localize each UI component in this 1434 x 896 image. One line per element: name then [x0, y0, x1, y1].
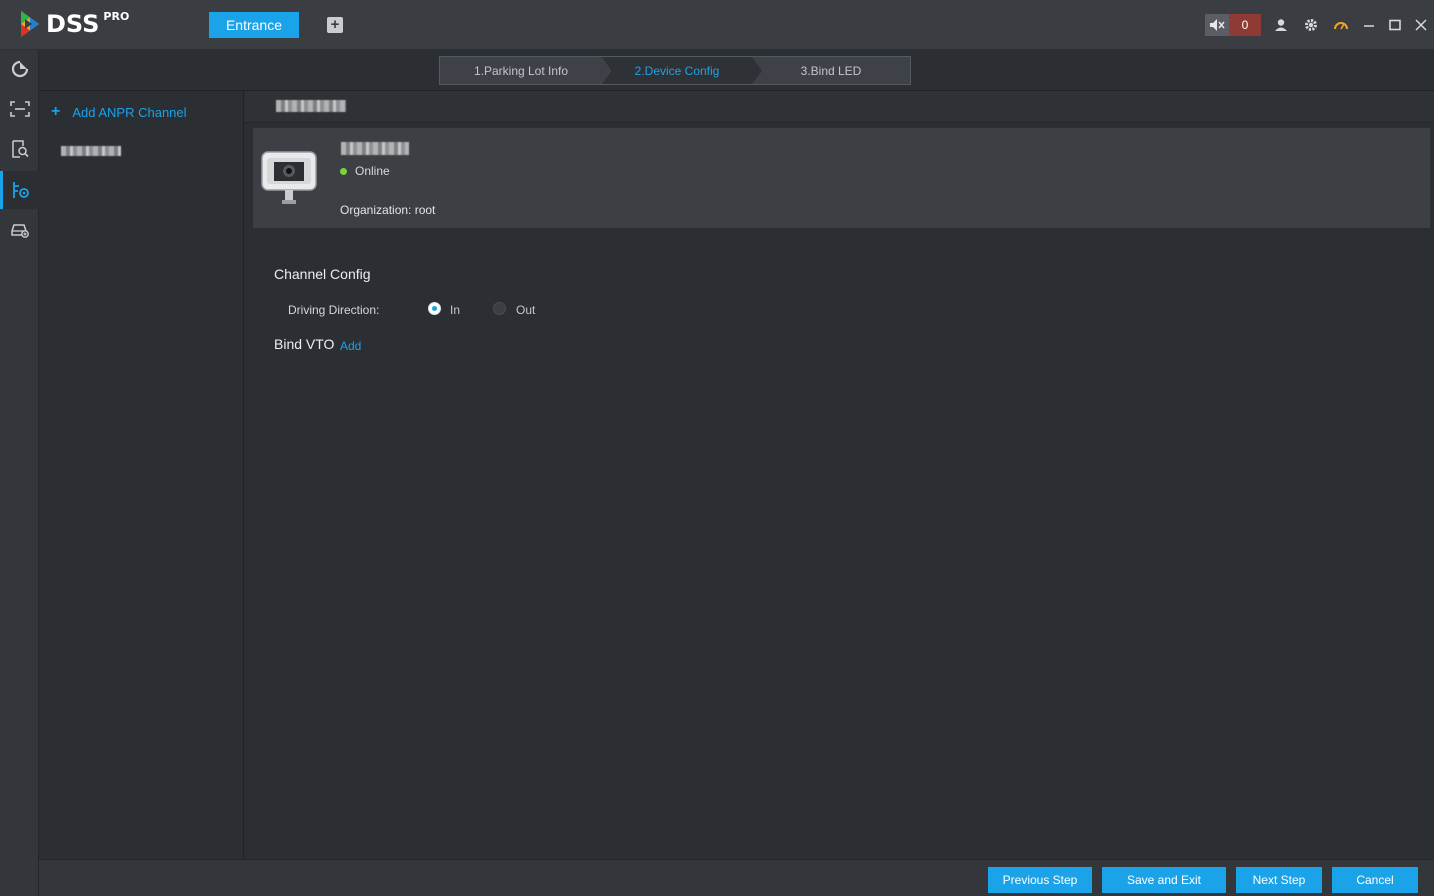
- device-name-redacted: [341, 142, 409, 155]
- rail-item-home[interactable]: [0, 50, 39, 88]
- direction-in-radio[interactable]: [428, 302, 441, 315]
- wizard-footer: Previous Step Save and Exit Next Step Ca…: [39, 859, 1434, 896]
- device-config-content: Online Organization: root Channel Config…: [244, 90, 1434, 860]
- tab-entrance[interactable]: Entrance: [209, 12, 299, 38]
- alarm-sound-control[interactable]: 0: [1205, 14, 1261, 36]
- step-label: 1.Parking Lot Info: [473, 63, 569, 78]
- document-search-icon: [11, 140, 29, 158]
- rail-item-vehicle[interactable]: [0, 211, 39, 249]
- gear-icon[interactable]: [1302, 16, 1320, 34]
- direction-out-label[interactable]: Out: [516, 303, 535, 317]
- bind-vto-add-link[interactable]: Add: [340, 339, 361, 353]
- device-card[interactable]: Online Organization: root: [253, 128, 1430, 228]
- add-anpr-label: Add ANPR Channel: [72, 104, 187, 120]
- user-icon[interactable]: [1272, 16, 1290, 34]
- maximize-icon[interactable]: [1386, 16, 1404, 34]
- app-logo: DSS PRO: [18, 8, 129, 40]
- step-bind-led[interactable]: 3.Bind LED: [752, 57, 910, 84]
- device-status: Online: [340, 164, 390, 178]
- next-step-button[interactable]: Next Step: [1236, 867, 1322, 893]
- logo-icon: [21, 11, 39, 37]
- logo-text: DSS: [46, 10, 100, 38]
- channel-name-redacted: [276, 100, 346, 112]
- direction-in-label[interactable]: In: [450, 303, 460, 317]
- device-status-text: Online: [355, 164, 390, 178]
- logo-sup: PRO: [103, 9, 130, 23]
- cancel-button[interactable]: Cancel: [1332, 867, 1418, 893]
- previous-step-button[interactable]: Previous Step: [988, 867, 1092, 893]
- step-label: 3.Bind LED: [800, 63, 862, 78]
- channel-header: [244, 91, 1434, 123]
- car-icon: [10, 224, 29, 238]
- rail-item-search[interactable]: [0, 130, 39, 168]
- title-bar: DSS PRO Entrance + 0: [0, 0, 1434, 50]
- step-device-config[interactable]: 2.Device Config: [602, 57, 762, 84]
- rail-item-parking-config[interactable]: [0, 171, 39, 209]
- close-icon[interactable]: [1412, 16, 1430, 34]
- save-and-exit-button[interactable]: Save and Exit: [1102, 867, 1226, 893]
- anpr-channel-panel: + Add ANPR Channel: [39, 90, 244, 860]
- minimize-icon[interactable]: [1360, 16, 1378, 34]
- refresh-circle-icon: [11, 60, 28, 78]
- step-label: 2.Device Config: [634, 63, 720, 78]
- channel-list-item[interactable]: [61, 146, 121, 156]
- device-organization: Organization: root: [340, 203, 436, 217]
- module-rail: [0, 50, 39, 896]
- driving-direction-label: Driving Direction:: [288, 303, 380, 317]
- add-anpr-channel-button[interactable]: + Add ANPR Channel: [51, 103, 187, 121]
- scan-frame-icon: [9, 101, 30, 117]
- plus-icon: +: [51, 103, 61, 120]
- camera-icon: [260, 150, 318, 211]
- bind-vto-title: Bind VTO: [274, 336, 335, 352]
- step-parking-lot-info[interactable]: 1.Parking Lot Info: [440, 57, 613, 84]
- rail-item-monitor[interactable]: [0, 90, 39, 128]
- parking-config-icon: [13, 182, 29, 198]
- speedometer-icon[interactable]: [1332, 16, 1350, 34]
- add-tab-button[interactable]: +: [327, 17, 343, 33]
- speaker-muted-icon[interactable]: [1205, 14, 1229, 36]
- alarm-count-badge[interactable]: 0: [1229, 14, 1261, 36]
- wizard-steps: 1.Parking Lot Info 2.Device Config 3.Bin…: [439, 56, 911, 85]
- channel-config-title: Channel Config: [274, 266, 371, 282]
- direction-out-radio[interactable]: [493, 302, 506, 315]
- online-status-dot: [340, 167, 347, 175]
